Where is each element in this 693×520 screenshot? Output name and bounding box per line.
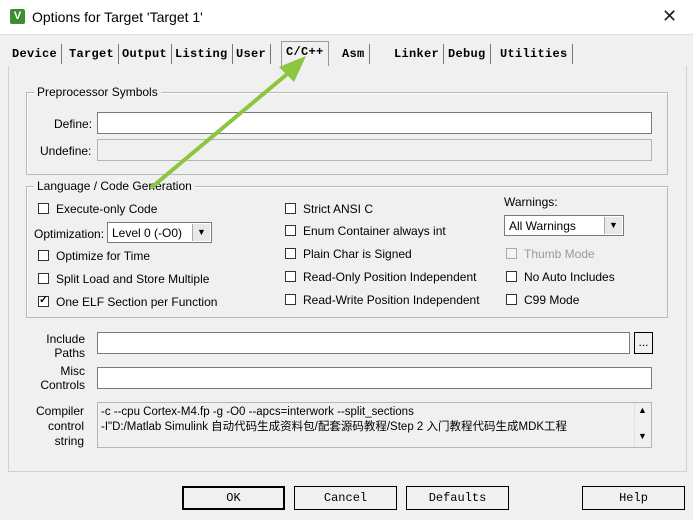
strict-ansi-label: Strict ANSI C [303,202,374,216]
tab-user[interactable]: User [232,44,272,64]
scroll-down-icon[interactable]: ▼ [638,431,647,441]
undefine-label: Undefine: [40,144,92,158]
tab-listing[interactable]: Listing [171,44,233,64]
thumb-mode-checkbox[interactable] [506,248,517,259]
enum-container-checkbox[interactable] [285,225,296,236]
tab-c-cpp[interactable]: C/C++ [281,41,329,66]
c99-mode-checkbox[interactable] [506,294,517,305]
enum-container-label: Enum Container always int [303,224,446,238]
language-legend: Language / Code Generation [34,179,195,193]
tab-debug[interactable]: Debug [444,44,491,64]
cancel-button[interactable]: Cancel [294,486,397,510]
scroll-up-icon[interactable]: ▲ [638,405,647,415]
split-load-checkbox[interactable] [38,273,49,284]
thumb-mode-label: Thumb Mode [524,247,595,261]
include-paths-browse-button[interactable]: ... [634,332,653,354]
preprocessor-legend: Preprocessor Symbols [34,85,161,99]
optimization-value: Level 0 (-O0) [112,226,183,240]
define-label: Define: [54,117,93,131]
include-paths-label-2: Paths [54,346,85,360]
title-bar: V Options for Target 'Target 1' ✕ [0,0,693,35]
ro-pi-checkbox[interactable] [285,271,296,282]
one-elf-checkbox[interactable] [38,293,49,307]
window-title: Options for Target 'Target 1' [32,9,203,25]
strict-ansi-checkbox[interactable] [285,203,296,214]
split-load-label: Split Load and Store Multiple [56,272,210,286]
compiler-control-label-2: control [47,419,84,433]
rw-pi-label: Read-Write Position Independent [303,293,480,307]
plain-char-checkbox[interactable] [285,248,296,259]
compiler-control-scrollbar[interactable]: ▲ ▼ [634,403,651,447]
rw-pi-checkbox[interactable] [285,294,296,305]
execute-only-label: Execute-only Code [56,202,158,216]
optimize-time-checkbox[interactable] [38,250,49,261]
no-auto-includes-label: No Auto Includes [524,270,615,284]
warnings-value: All Warnings [509,219,576,233]
optimize-time-label: Optimize for Time [56,249,151,263]
compiler-control-line-2: -I"D:/Matlab Simulink 自动代码生成资料包/配套源码教程/S… [101,421,568,433]
misc-controls-label-1: Misc [60,364,85,378]
define-input[interactable] [97,112,652,134]
close-icon[interactable]: ✕ [662,6,677,27]
include-paths-label-1: Include [46,332,85,346]
tab-utilities[interactable]: Utilities [496,44,573,64]
optimization-select[interactable]: Level 0 (-O0) ▼ [107,222,212,243]
chevron-down-icon[interactable]: ▼ [192,224,210,241]
compiler-control-box[interactable]: -c --cpu Cortex-M4.fp -g -O0 --apcs=inte… [97,402,652,448]
tab-output[interactable]: Output [118,44,173,64]
app-icon: V [10,9,25,24]
misc-controls-input[interactable] [97,367,652,389]
ro-pi-label: Read-Only Position Independent [303,270,477,284]
execute-only-checkbox[interactable] [38,203,49,214]
tab-asm[interactable]: Asm [338,44,370,64]
one-elf-label: One ELF Section per Function [56,295,218,309]
help-button[interactable]: Help [582,486,685,510]
plain-char-label: Plain Char is Signed [303,247,412,261]
compiler-control-line-1: -c --cpu Cortex-M4.fp -g -O0 --apcs=inte… [101,406,414,418]
tab-linker[interactable]: Linker [390,44,445,64]
compiler-control-label-3: string [54,434,84,448]
c99-mode-label: C99 Mode [524,293,580,307]
tab-target[interactable]: Target [65,44,120,64]
warnings-select[interactable]: All Warnings ▼ [504,215,624,236]
ok-button[interactable]: OK [182,486,285,510]
compiler-control-label-1: Compiler [36,404,85,418]
no-auto-includes-checkbox[interactable] [506,271,517,282]
tab-device[interactable]: Device [8,44,63,64]
chevron-down-icon[interactable]: ▼ [604,217,622,234]
optimization-label: Optimization: [34,227,105,241]
defaults-button[interactable]: Defaults [406,486,509,510]
include-paths-input[interactable] [97,332,630,354]
misc-controls-label-2: Controls [40,378,85,392]
warnings-label: Warnings: [504,195,558,209]
undefine-input[interactable] [97,139,652,161]
